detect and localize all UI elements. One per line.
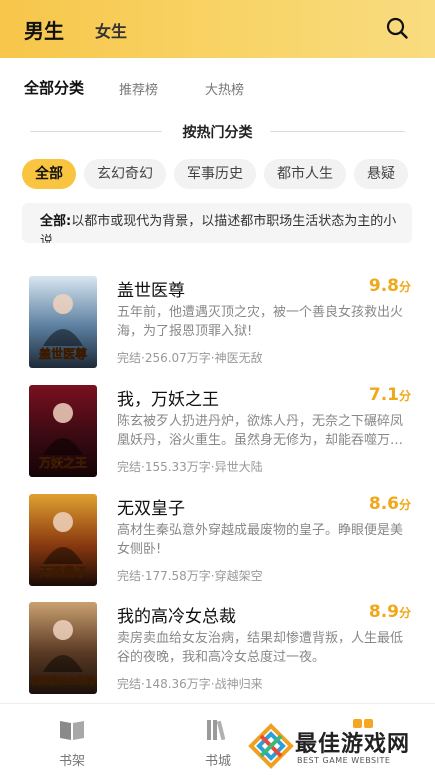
book-meta: 完结·155.33万字·异世大陆: [117, 460, 263, 474]
book-title[interactable]: 我，万妖之王: [117, 385, 219, 410]
book-description: 五年前，他遭遇灭顶之灾，被一个善良女孩救出火海，为了报恩顶罪入狱!: [117, 305, 404, 339]
nav-bookstore[interactable]: 书城: [188, 718, 248, 769]
hot-category-header: 按热门分类: [0, 122, 435, 142]
book-meta: 完结·177.58万字·穿越架空: [117, 569, 263, 583]
svg-text:万妖之王: 万妖之王: [38, 455, 87, 470]
nav-label: 书架: [58, 754, 85, 769]
watermark-logo-icon: [248, 723, 294, 769]
site-watermark: 最佳游戏网 BEST GAME WEBSITE: [245, 720, 435, 775]
chip-urban-life[interactable]: 都市人生: [264, 159, 346, 189]
description-label: 全部:: [40, 214, 72, 229]
book-item[interactable]: 无双皇子 无双皇子 8.6分 高材生秦弘意外穿越成最废物的皇子。睁眼便是美女侧卧…: [0, 494, 435, 594]
nav-label: 书城: [204, 754, 231, 769]
section-title: 按热门分类: [182, 125, 253, 141]
category-description: 全部:以都市或现代为背景，以描述都市职场生活状态为主的小说: [22, 203, 412, 243]
chip-fantasy[interactable]: 玄幻奇幻: [84, 159, 166, 189]
book-title[interactable]: 我的高冷女总裁: [117, 602, 236, 627]
subtab-recommend[interactable]: 推荐榜: [119, 79, 158, 98]
svg-text:我的高冷女总裁: 我的高冷女总裁: [31, 675, 94, 687]
book-cover[interactable]: 我的高冷女总裁: [29, 602, 97, 694]
tab-male[interactable]: 男生: [24, 15, 64, 44]
book-score: 7.1分: [368, 385, 411, 405]
book-description: 高材生秦弘意外穿越成最废物的皇子。睁眼便是美女侧卧!: [117, 523, 404, 557]
book-cover[interactable]: 盖世医尊: [29, 276, 97, 368]
bookstore-icon: [207, 720, 226, 741]
description-text: 以都市或现代为背景，以描述都市职场生活状态为主的小说: [40, 214, 397, 243]
book-cover[interactable]: 万妖之王: [29, 385, 97, 477]
book-title[interactable]: 盖世医尊: [117, 276, 185, 301]
book-item[interactable]: 万妖之王 我，万妖之王 7.1分 陈玄被歹人扔进丹炉，欲炼人丹，无奈之下碾碎凤凰…: [0, 385, 435, 485]
nav-bookshelf[interactable]: 书架: [42, 718, 102, 769]
divider: [270, 131, 405, 132]
top-header: 男生 女生: [0, 0, 435, 58]
subtab-all-categories[interactable]: 全部分类: [24, 77, 84, 98]
book-description: 陈玄被歹人扔进丹炉，欲炼人丹，无奈之下碾碎凤凰妖丹，浴火重生。虽然身无修为，却能…: [117, 414, 404, 448]
book-item[interactable]: 我的高冷女总裁 我的高冷女总裁 8.9分 卖房卖血给女友治病，结果却惨遭背叛，人…: [0, 602, 435, 702]
book-cover[interactable]: 无双皇子: [29, 494, 97, 586]
book-item[interactable]: 盖世医尊 盖世医尊 9.8分 五年前，他遭遇灭顶之灾，被一个善良女孩救出火海，为…: [0, 276, 435, 376]
book-title[interactable]: 无双皇子: [117, 494, 185, 519]
search-icon[interactable]: [385, 16, 409, 40]
tab-female[interactable]: 女生: [95, 18, 127, 42]
book-score: 9.8分: [368, 276, 411, 296]
chip-military-history[interactable]: 军事历史: [174, 159, 256, 189]
book-meta: 完结·256.07万字·神医无敌: [117, 351, 263, 365]
svg-text:无双皇子: 无双皇子: [38, 564, 87, 579]
watermark-title: 最佳游戏网: [295, 732, 411, 757]
chip-all[interactable]: 全部: [22, 159, 76, 189]
watermark-subtitle: BEST GAME WEBSITE: [297, 756, 391, 765]
book-meta: 完结·148.36万字·战神归来: [117, 677, 263, 691]
book-score: 8.9分: [368, 602, 411, 622]
category-chips: 全部 玄幻奇幻 军事历史 都市人生 悬疑: [22, 159, 435, 189]
chip-mystery[interactable]: 悬疑: [354, 159, 408, 189]
book-score: 8.6分: [368, 494, 411, 514]
bookshelf-icon: [60, 721, 84, 740]
subtab-hot[interactable]: 大热榜: [205, 79, 244, 98]
ranking-subtabs: 全部分类 推荐榜 大热榜: [0, 77, 435, 99]
svg-text:盖世医尊: 盖世医尊: [39, 346, 87, 361]
book-description: 卖房卖血给女友治病，结果却惨遭背叛，人生最低谷的夜晚，我和高冷女总度过一夜。: [117, 631, 404, 665]
